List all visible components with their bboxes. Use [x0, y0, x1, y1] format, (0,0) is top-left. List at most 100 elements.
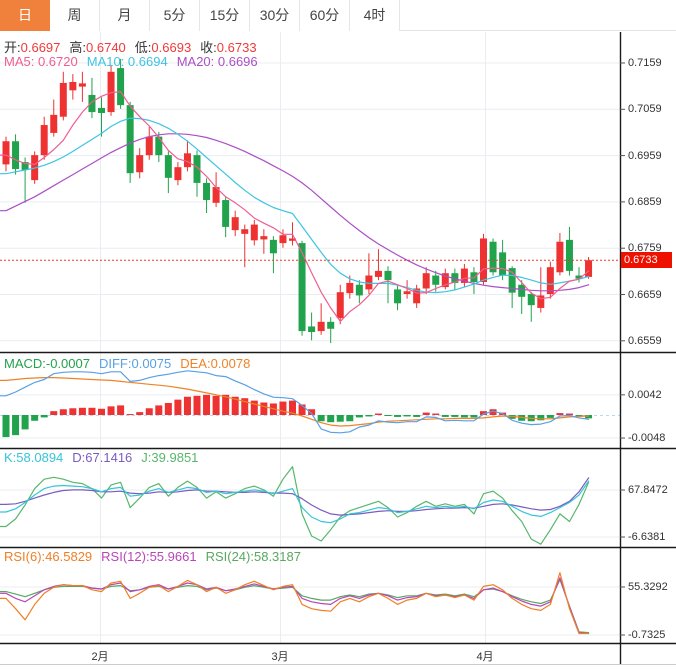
macd-hist-bar	[327, 415, 334, 422]
macd-value: DIFF:0.0075	[99, 356, 171, 371]
month-axis-label: 4月	[465, 648, 505, 664]
macd-hist-bar	[365, 415, 372, 416]
candle-body	[203, 183, 210, 200]
ma-value: MA20: 0.6696	[177, 54, 258, 69]
macd-hist-bar	[547, 415, 554, 418]
candle-body	[79, 83, 86, 86]
candle-body	[385, 271, 392, 280]
price-axis-label: 0.6859	[628, 195, 662, 209]
candle-body	[174, 167, 181, 180]
ohlc-value: 低:0.6693	[135, 40, 191, 55]
rsi6-line	[0, 573, 589, 634]
macd-hist-bar	[375, 414, 382, 415]
kdj-value: D:67.1416	[72, 450, 132, 465]
candle-body	[299, 243, 306, 331]
kdj-value: K:58.0894	[4, 450, 63, 465]
candle-body	[3, 141, 10, 164]
candle-body	[346, 283, 353, 293]
macd-hist-bar	[356, 415, 363, 417]
candle-body	[241, 229, 248, 234]
month-axis-label: 3月	[260, 648, 300, 664]
macd-hist-bar	[88, 408, 95, 415]
candle-body	[499, 252, 506, 275]
tab-60min[interactable]: 60分	[300, 0, 350, 31]
macd-hist-bar	[251, 401, 258, 415]
rsi-value: RSI(12):55.9661	[101, 549, 196, 564]
kdj-info-row: K:58.0894D:67.1416J:39.9851	[4, 450, 207, 465]
macd-axis-label: 0.0042	[628, 388, 662, 402]
candle-body	[98, 108, 105, 113]
period-tabbar: 日周月5分15分30分60分4时	[0, 0, 676, 31]
candle-body	[251, 225, 258, 241]
month-axis-label: 2月	[80, 648, 120, 664]
macd-hist-bar	[413, 415, 420, 417]
candle-body	[423, 273, 430, 288]
macd-axis-label: -0.0048	[628, 431, 665, 445]
ma-info-row: MA5: 0.6720MA10: 0.6694MA20: 0.6696	[4, 54, 267, 69]
candle-body	[556, 242, 563, 273]
candle-body	[566, 240, 573, 271]
candle-body	[60, 83, 67, 117]
tab-15min[interactable]: 15分	[200, 0, 250, 31]
macd-info-row: MACD:-0.0007 DIFF:0.0075 DEA:0.0078	[4, 356, 259, 371]
rsi-info-row: RSI(6):46.5829RSI(12):55.9661RSI(24):58.…	[4, 549, 310, 564]
candle-body	[518, 285, 525, 297]
macd-hist-bar	[203, 395, 210, 415]
price-axis-label: 0.6659	[628, 288, 662, 302]
candle-body	[279, 235, 286, 243]
macd-hist-bar	[79, 408, 86, 415]
macd-hist-bar	[69, 408, 76, 415]
ohlc-value: 收:0.6733	[200, 40, 256, 55]
rsi-value: RSI(24):58.3187	[206, 549, 301, 564]
price-axis-label: 0.7159	[628, 56, 662, 70]
chart-canvas[interactable]	[0, 0, 676, 669]
macd-hist-bar	[423, 413, 430, 415]
macd-hist-bar	[3, 415, 10, 437]
j-line	[0, 467, 589, 545]
candle-body	[184, 153, 191, 167]
ohlc-value: 高:0.6740	[69, 40, 125, 55]
macd-hist-bar	[385, 415, 392, 416]
price-axis-label: 0.6559	[628, 334, 662, 348]
macd-hist-bar	[165, 403, 172, 415]
macd-hist-bar	[404, 415, 411, 416]
macd-value: MACD:-0.0007	[4, 356, 90, 371]
candle-body	[375, 271, 382, 277]
macd-hist-bar	[451, 415, 458, 417]
macd-hist-bar	[50, 411, 57, 415]
macd-hist-bar	[184, 397, 191, 415]
ohlc-value: 开:0.6697	[4, 40, 60, 55]
macd-hist-bar	[260, 403, 267, 415]
tab-day[interactable]: 日	[0, 0, 50, 31]
k-line	[0, 481, 589, 523]
candle-body	[12, 141, 19, 169]
macd-hist-bar	[155, 405, 162, 415]
macd-hist-bar	[98, 409, 105, 415]
candle-body	[308, 326, 315, 332]
macd-hist-bar	[566, 414, 573, 415]
macd-hist-bar	[108, 406, 115, 415]
tab-5min[interactable]: 5分	[150, 0, 200, 31]
macd-hist-bar	[432, 414, 439, 415]
ma-value: MA5: 0.6720	[4, 54, 78, 69]
candle-body	[528, 294, 535, 305]
macd-hist-bar	[117, 405, 124, 415]
macd-hist-bar	[41, 415, 48, 417]
price-axis-label: 0.7059	[628, 102, 662, 116]
macd-hist-bar	[470, 415, 477, 417]
tab-30min[interactable]: 30分	[250, 0, 300, 31]
candle-body	[318, 322, 325, 331]
candle-body	[547, 267, 554, 294]
rsi-axis-label: 55.3292	[628, 580, 668, 594]
macd-hist-bar	[394, 415, 401, 417]
tab-4h[interactable]: 4时	[350, 0, 400, 31]
candle-body	[432, 276, 439, 285]
macd-hist-bar	[461, 415, 468, 417]
candle-body	[117, 68, 124, 105]
macd-value: DEA:0.0078	[180, 356, 250, 371]
candle-body	[337, 292, 344, 318]
tab-month[interactable]: 月	[100, 0, 150, 31]
tab-week[interactable]: 周	[50, 0, 100, 31]
macd-hist-bar	[556, 413, 563, 415]
macd-hist-bar	[22, 415, 29, 429]
